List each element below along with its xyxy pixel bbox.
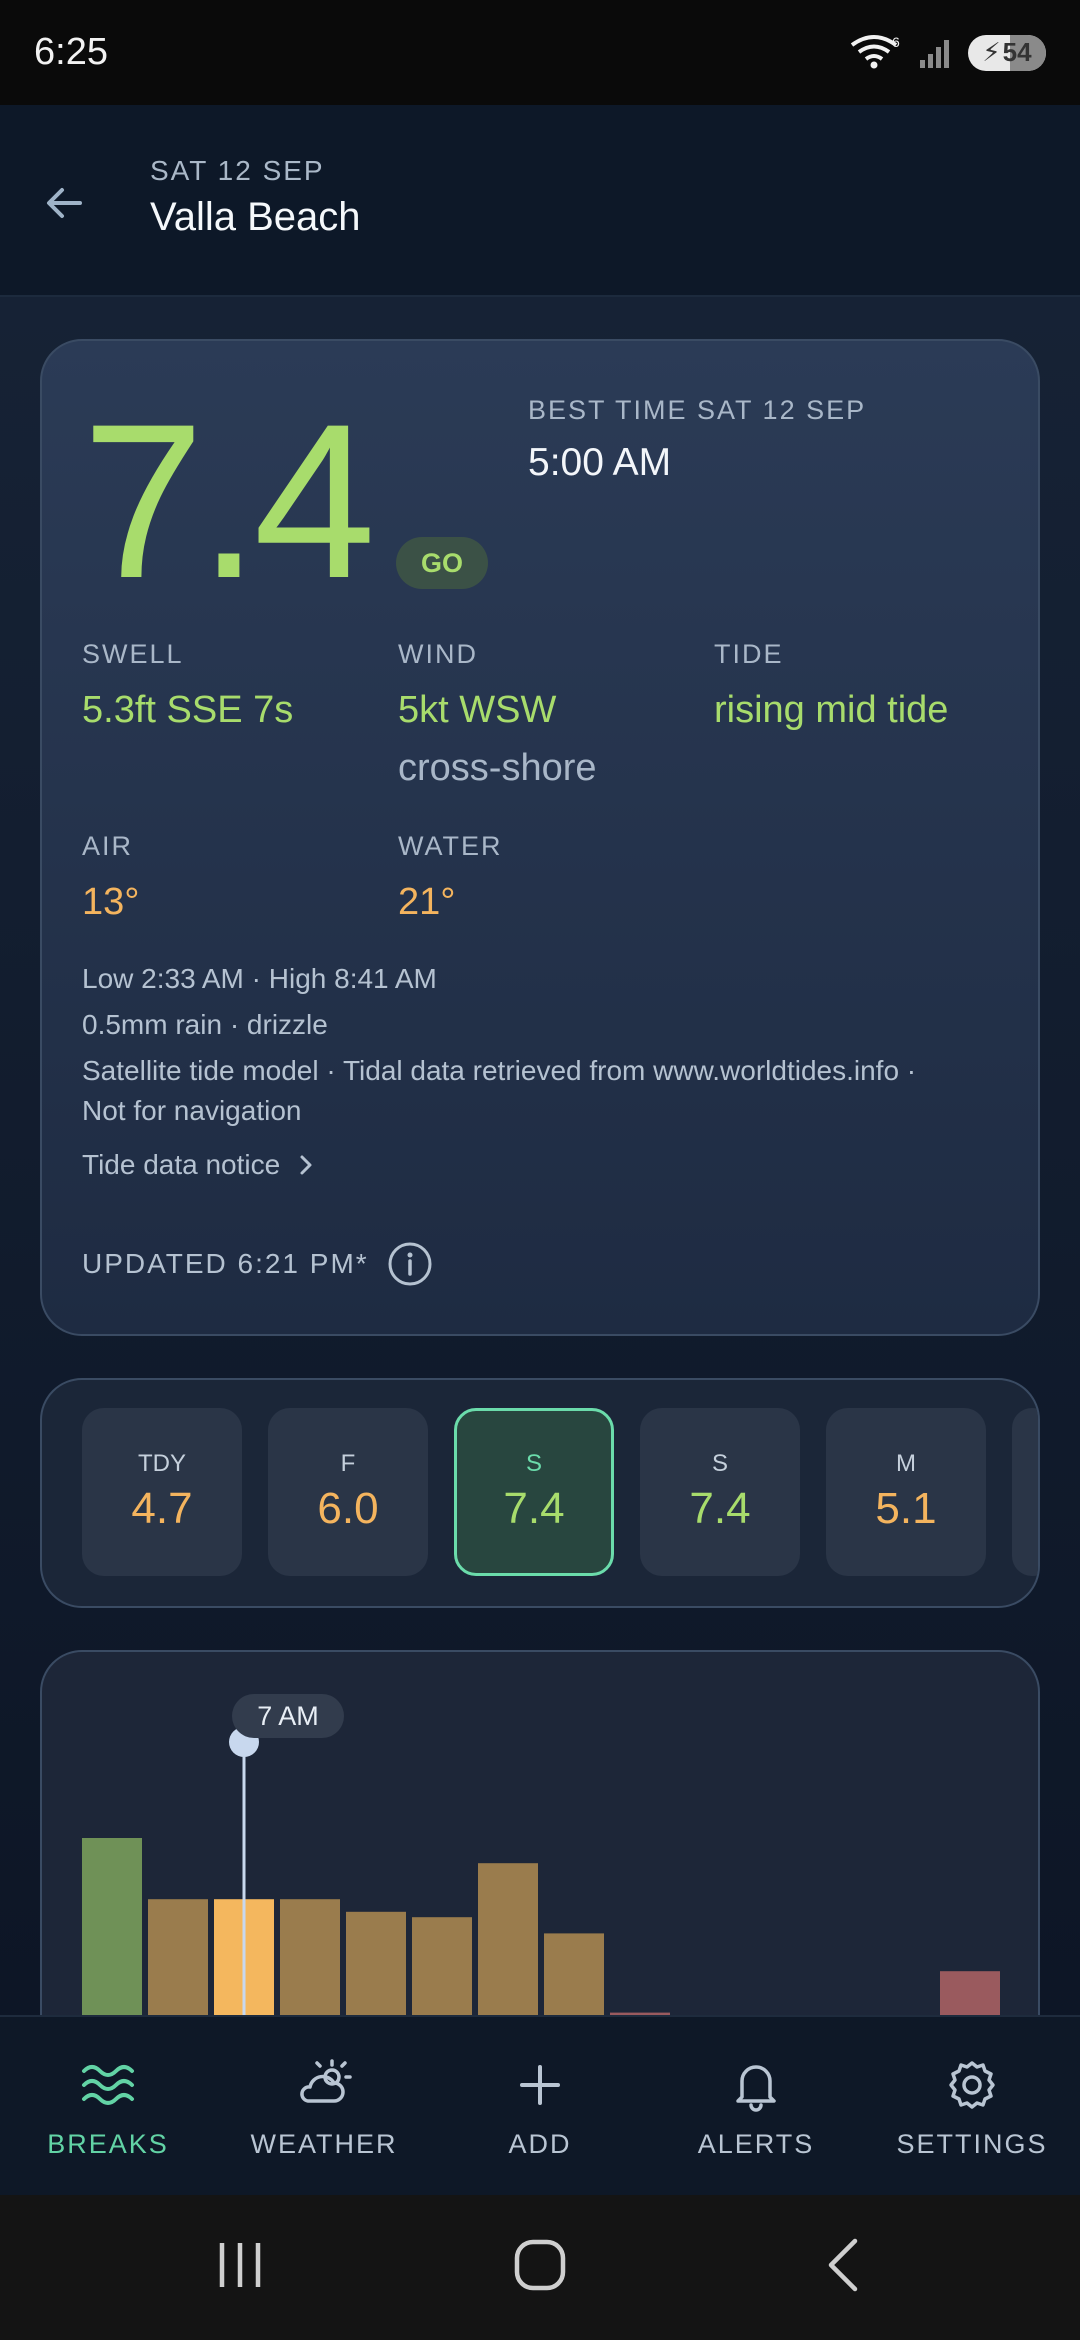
nav-label: ALERTS	[697, 2129, 815, 2159]
day-score: 5.1	[875, 1484, 937, 1533]
day-selector: TDY 4.7 F 6.0 S 7.4 S 7.4 M 5.1	[40, 1378, 1040, 1608]
nav-add[interactable]: ADD	[432, 2057, 648, 2160]
bottom-navigation: BREAKS WEATHER ADD ALERTS SETTINGS	[0, 2015, 1080, 2195]
day-label: TDY	[138, 1450, 186, 1477]
best-time-value: 5:00 AM	[528, 441, 672, 484]
nav-label: BREAKS	[47, 2129, 169, 2159]
day-score: 6.0	[317, 1484, 379, 1533]
header-date: SAT 12 SEP	[150, 155, 325, 186]
nav-alerts[interactable]: ALERTS	[648, 2057, 864, 2160]
battery-indicator: ⚡ 54	[968, 34, 1046, 71]
nav-settings[interactable]: SETTINGS	[864, 2057, 1080, 2160]
swell-value: 5.3ft SSE 7s	[82, 689, 294, 731]
navigation-note: Not for navigation	[82, 1095, 302, 1126]
day-label: F	[340, 1450, 356, 1477]
wind-label: WIND	[398, 639, 478, 669]
water-label: WATER	[398, 831, 503, 861]
chart-bar[interactable]	[346, 1911, 406, 2018]
recent-apps-icon[interactable]	[210, 2235, 270, 2295]
signal-icon	[920, 39, 949, 68]
forecast-card: 7.4 GO BEST TIME SAT 12 SEP 5:00 AM SWEL…	[40, 339, 1040, 1336]
wind-value: 5kt WSW	[398, 689, 557, 731]
nav-label: WEATHER	[250, 2129, 398, 2159]
air-label: AIR	[82, 831, 134, 861]
weather-icon	[300, 2059, 352, 2103]
bell-icon	[736, 2065, 776, 2112]
day-score: 7.4	[503, 1484, 565, 1533]
wind-direction-note: cross-shore	[398, 747, 597, 789]
status-icons: 6 ⚡ 54	[848, 33, 1046, 73]
chevron-right-icon	[300, 1155, 312, 1175]
tide-times: Low 2:33 AM · High 8:41 AM	[82, 963, 437, 994]
plus-icon	[520, 2065, 560, 2105]
verdict-badge: GO	[396, 537, 488, 589]
nav-breaks[interactable]: BREAKS	[0, 2057, 216, 2160]
page-title: Valla Beach	[150, 195, 361, 239]
air-temp: 13°	[82, 881, 140, 923]
nav-label: SETTINGS	[896, 2129, 1048, 2159]
chart-bar[interactable]	[82, 1838, 142, 2018]
gear-icon	[949, 2061, 995, 2109]
day-tile[interactable]: F 6.0	[268, 1408, 428, 1576]
battery-level: 54	[1002, 37, 1032, 67]
chart-bar[interactable]	[412, 1917, 472, 2018]
chart-bar[interactable]	[544, 1933, 604, 2018]
tide-notice-label: Tide data notice	[82, 1149, 281, 1180]
nav-weather[interactable]: WEATHER	[216, 2057, 432, 2160]
rain-info: 0.5mm rain · drizzle	[82, 1009, 328, 1040]
waves-icon	[82, 2065, 134, 2105]
hourly-score-chart[interactable]	[42, 1652, 1040, 2070]
day-tile-partial[interactable]	[1012, 1408, 1038, 1576]
charging-icon: ⚡	[982, 37, 1001, 67]
status-bar: 6:25 6 ⚡ 54	[0, 0, 1080, 105]
back-arrow-icon[interactable]	[36, 175, 92, 231]
tide-notice-link[interactable]: Tide data notice	[82, 1149, 316, 1181]
day-label: M	[896, 1450, 916, 1477]
surf-score: 7.4	[82, 378, 376, 624]
day-score: 7.4	[689, 1484, 751, 1533]
water-temp: 21°	[398, 881, 456, 923]
chart-bar[interactable]	[280, 1899, 340, 2018]
day-tile[interactable]: TDY 4.7	[82, 1408, 242, 1576]
chart-tooltip: 7 AM	[232, 1694, 344, 1738]
day-tile[interactable]: M 5.1	[826, 1408, 986, 1576]
tide-value: rising mid tide	[714, 689, 949, 731]
day-tile[interactable]: S 7.4	[640, 1408, 800, 1576]
updated-row: UPDATED 6:21 PM*	[82, 1241, 433, 1287]
status-time: 6:25	[34, 31, 108, 73]
svg-text:6: 6	[892, 34, 900, 50]
nav-label: ADD	[508, 2129, 572, 2159]
day-tile-selected[interactable]: S 7.4	[454, 1408, 614, 1576]
system-back-icon[interactable]	[815, 2235, 875, 2295]
updated-time: UPDATED 6:21 PM*	[82, 1248, 369, 1279]
system-navigation-bar	[0, 2195, 1080, 2340]
home-icon[interactable]	[510, 2235, 570, 2295]
day-score: 4.7	[131, 1484, 193, 1533]
source-note: Satellite tide model · Tidal data retrie…	[82, 1055, 917, 1086]
info-icon[interactable]	[387, 1241, 433, 1287]
chart-bar[interactable]	[148, 1899, 208, 2018]
day-label: S	[525, 1450, 542, 1477]
day-label: S	[711, 1450, 728, 1477]
chart-bar[interactable]	[478, 1863, 538, 2018]
wifi-icon: 6	[850, 34, 900, 68]
best-time-label: BEST TIME SAT 12 SEP	[528, 395, 867, 425]
chart-bar[interactable]	[940, 1971, 1000, 2018]
hourly-chart-card: 7 AM	[40, 1650, 1040, 2070]
app-header: SAT 12 SEP Valla Beach	[0, 105, 1080, 297]
swell-label: SWELL	[82, 639, 184, 669]
tide-label: TIDE	[714, 639, 784, 669]
